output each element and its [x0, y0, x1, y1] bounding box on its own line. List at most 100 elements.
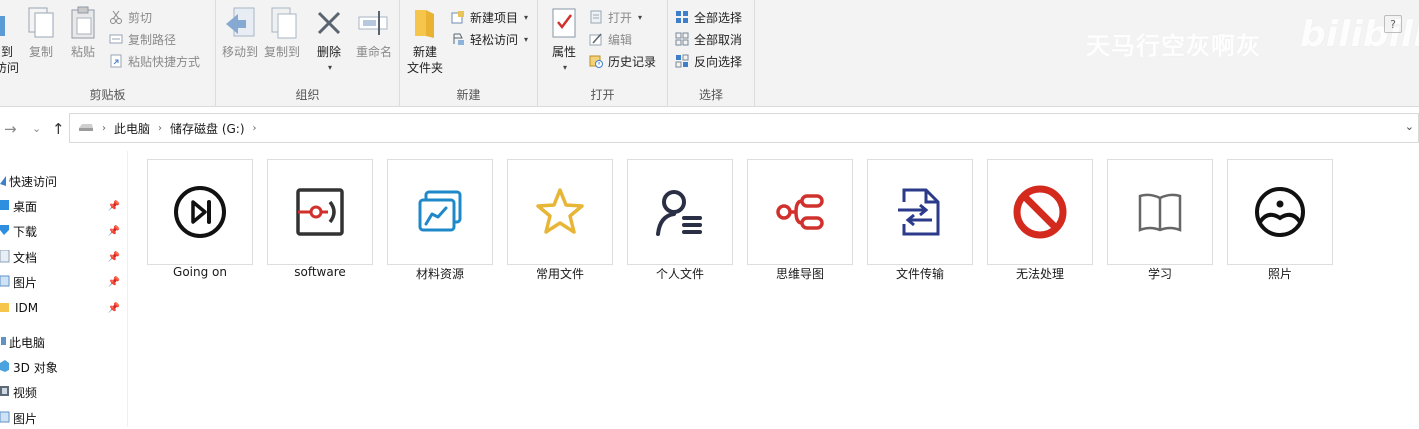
folder-tile-going-on[interactable] — [147, 159, 253, 265]
easy-access-icon — [450, 31, 466, 47]
sidebar-this-pc[interactable]: 此电脑 — [0, 331, 124, 353]
sidebar-item-desktop[interactable]: 桌面 📌 — [0, 195, 126, 217]
copy-path-button[interactable]: 复制路径 — [108, 29, 176, 49]
pin-quick-access-button[interactable]: 到 访问 — [0, 6, 20, 76]
folder-tile-study[interactable] — [1107, 159, 1213, 265]
recent-locations-chevron-icon[interactable]: ⌄ — [32, 122, 41, 135]
folder-tile-common-files[interactable] — [507, 159, 613, 265]
invert-selection-icon — [674, 53, 690, 69]
new-item-button[interactable]: 新建项目 ▾ — [450, 7, 528, 27]
move-to-button[interactable]: 移动到 — [218, 6, 262, 60]
pin-icon — [0, 6, 24, 40]
sidebar-item-downloads[interactable]: 下载 📌 — [0, 220, 126, 242]
invert-selection-button[interactable]: 反向选择 — [674, 51, 742, 71]
folder-label: 常用文件 — [535, 267, 584, 281]
address-dropdown-chevron-icon[interactable]: ⌄ — [1405, 120, 1414, 133]
sidebar-item-label: 3D 对象 — [13, 360, 58, 375]
open-caret: ▾ — [638, 12, 643, 22]
paste-button[interactable]: 粘贴 — [66, 6, 100, 60]
folder-label: 材料资源 — [415, 267, 464, 281]
document-icon — [0, 250, 10, 263]
breadcrumb-separator-icon[interactable]: › — [102, 123, 106, 134]
ribbon: 到 访问 复制 粘贴 剪切 复制路径 粘贴快捷方式 剪贴板 移动到 复制到 删除… — [0, 0, 1419, 107]
easy-access-button[interactable]: 轻松访问 ▾ — [450, 29, 528, 49]
cut-button[interactable]: 剪切 — [108, 7, 152, 27]
up-arrow-icon[interactable]: ↑ — [52, 120, 65, 138]
pin-icon[interactable]: 📌 — [108, 226, 120, 237]
pin-icon[interactable]: 📌 — [108, 201, 120, 212]
drive-icon — [78, 121, 94, 135]
sidebar-item-videos[interactable]: 视频 — [0, 381, 126, 403]
folder-tile-photos[interactable] — [1227, 159, 1333, 265]
rename-button[interactable]: 重命名 — [352, 6, 396, 60]
folder-tile-software[interactable] — [267, 159, 373, 265]
folder-label: 无法处理 — [1015, 267, 1064, 281]
edit-button[interactable]: 编辑 — [588, 29, 632, 49]
sidebar-item-label: IDM — [15, 301, 39, 315]
folder-tile-mindmap[interactable] — [747, 159, 853, 265]
sidebar-item-3d-objects[interactable]: 3D 对象 — [0, 356, 126, 378]
forward-arrow-icon[interactable]: → — [4, 120, 17, 138]
folder-label: 思维导图 — [775, 267, 824, 281]
select-none-button[interactable]: 全部取消 — [674, 29, 742, 49]
sidebar-item-pc-pictures[interactable]: 图片 — [0, 407, 126, 429]
organize-group: 移动到 复制到 删除 ▾ 重命名 组织 — [216, 0, 400, 107]
breadcrumb-this-pc[interactable]: 此电脑 — [114, 120, 150, 137]
pin-icon[interactable]: 📌 — [108, 303, 120, 314]
invert-selection-label: 反向选择 — [694, 54, 743, 69]
new-folder-button[interactable]: 新建 文件夹 — [404, 6, 446, 76]
open-group: 属性 ▾ 打开 ▾ 编辑 历史记录 打开 — [538, 0, 668, 107]
sidebar-item-label: 图片 — [13, 275, 38, 290]
breadcrumb-separator-icon[interactable]: › — [158, 123, 162, 134]
clipboard-group-label: 剪贴板 — [89, 88, 126, 102]
breadcrumb-separator-icon[interactable]: › — [253, 123, 257, 134]
paste-icon — [66, 6, 100, 40]
sidebar-item-documents[interactable]: 文档 📌 — [0, 246, 126, 268]
star-icon — [0, 176, 6, 186]
folder-icon — [0, 303, 9, 312]
delete-button[interactable]: 删除 ▾ — [312, 6, 346, 76]
open-group-label: 打开 — [590, 88, 615, 102]
copy-to-button[interactable]: 复制到 — [260, 6, 304, 60]
copy-button[interactable]: 复制 — [24, 6, 58, 60]
sidebar-item-idm[interactable]: IDM 📌 — [0, 297, 126, 319]
sidebar-item-label: 文档 — [13, 250, 38, 265]
rename-label: 重命名 — [355, 45, 392, 59]
pin-icon[interactable]: 📌 — [108, 252, 120, 263]
cut-label: 剪切 — [128, 10, 153, 25]
delete-dropdown-caret[interactable]: ▾ — [328, 60, 332, 76]
select-none-icon — [674, 31, 690, 47]
open-button[interactable]: 打开 ▾ — [588, 7, 642, 27]
picture-icon — [0, 275, 10, 287]
history-button[interactable]: 历史记录 — [588, 51, 656, 71]
folder-tile-personal-files[interactable] — [627, 159, 733, 265]
sidebar-item-pictures[interactable]: 图片 📌 — [0, 271, 126, 293]
folder-tile-cannot-process[interactable] — [987, 159, 1093, 265]
new-folder-label-1: 新建 — [412, 45, 437, 59]
new-group: 新建 文件夹 新建项目 ▾ 轻松访问 ▾ 新建 — [400, 0, 538, 107]
select-all-button[interactable]: 全部选择 — [674, 7, 742, 27]
paste-shortcut-button[interactable]: 粘贴快捷方式 — [108, 51, 200, 71]
file-transfer-icon — [898, 188, 940, 236]
folder-tile-materials[interactable] — [387, 159, 493, 265]
history-icon — [588, 53, 604, 69]
new-folder-label-2: 文件夹 — [406, 61, 443, 75]
breadcrumb-drive-g[interactable]: 储存磁盘 (G:) — [170, 120, 245, 137]
sidebar-quick-access[interactable]: 快速访问 — [0, 170, 124, 192]
pin-label-2: 访问 — [0, 61, 19, 75]
rename-icon — [357, 6, 391, 40]
star-icon — [536, 188, 584, 234]
address-bar[interactable]: › 此电脑 › 储存磁盘 (G:) › ⌄ — [69, 113, 1419, 143]
help-button[interactable]: ? — [1384, 15, 1402, 33]
folder-tile-file-transfer[interactable] — [867, 159, 973, 265]
pin-icon[interactable]: 📌 — [108, 277, 120, 288]
folder-label: 个人文件 — [655, 267, 704, 281]
software-box-icon — [296, 188, 344, 236]
computer-icon — [1, 337, 6, 345]
properties-caret[interactable]: ▾ — [563, 60, 567, 76]
copy-path-label: 复制路径 — [128, 32, 177, 47]
delete-label: 删除 — [316, 45, 341, 59]
properties-button[interactable]: 属性 ▾ — [544, 6, 584, 76]
desktop-icon — [0, 200, 9, 210]
book-icon — [1138, 193, 1182, 232]
